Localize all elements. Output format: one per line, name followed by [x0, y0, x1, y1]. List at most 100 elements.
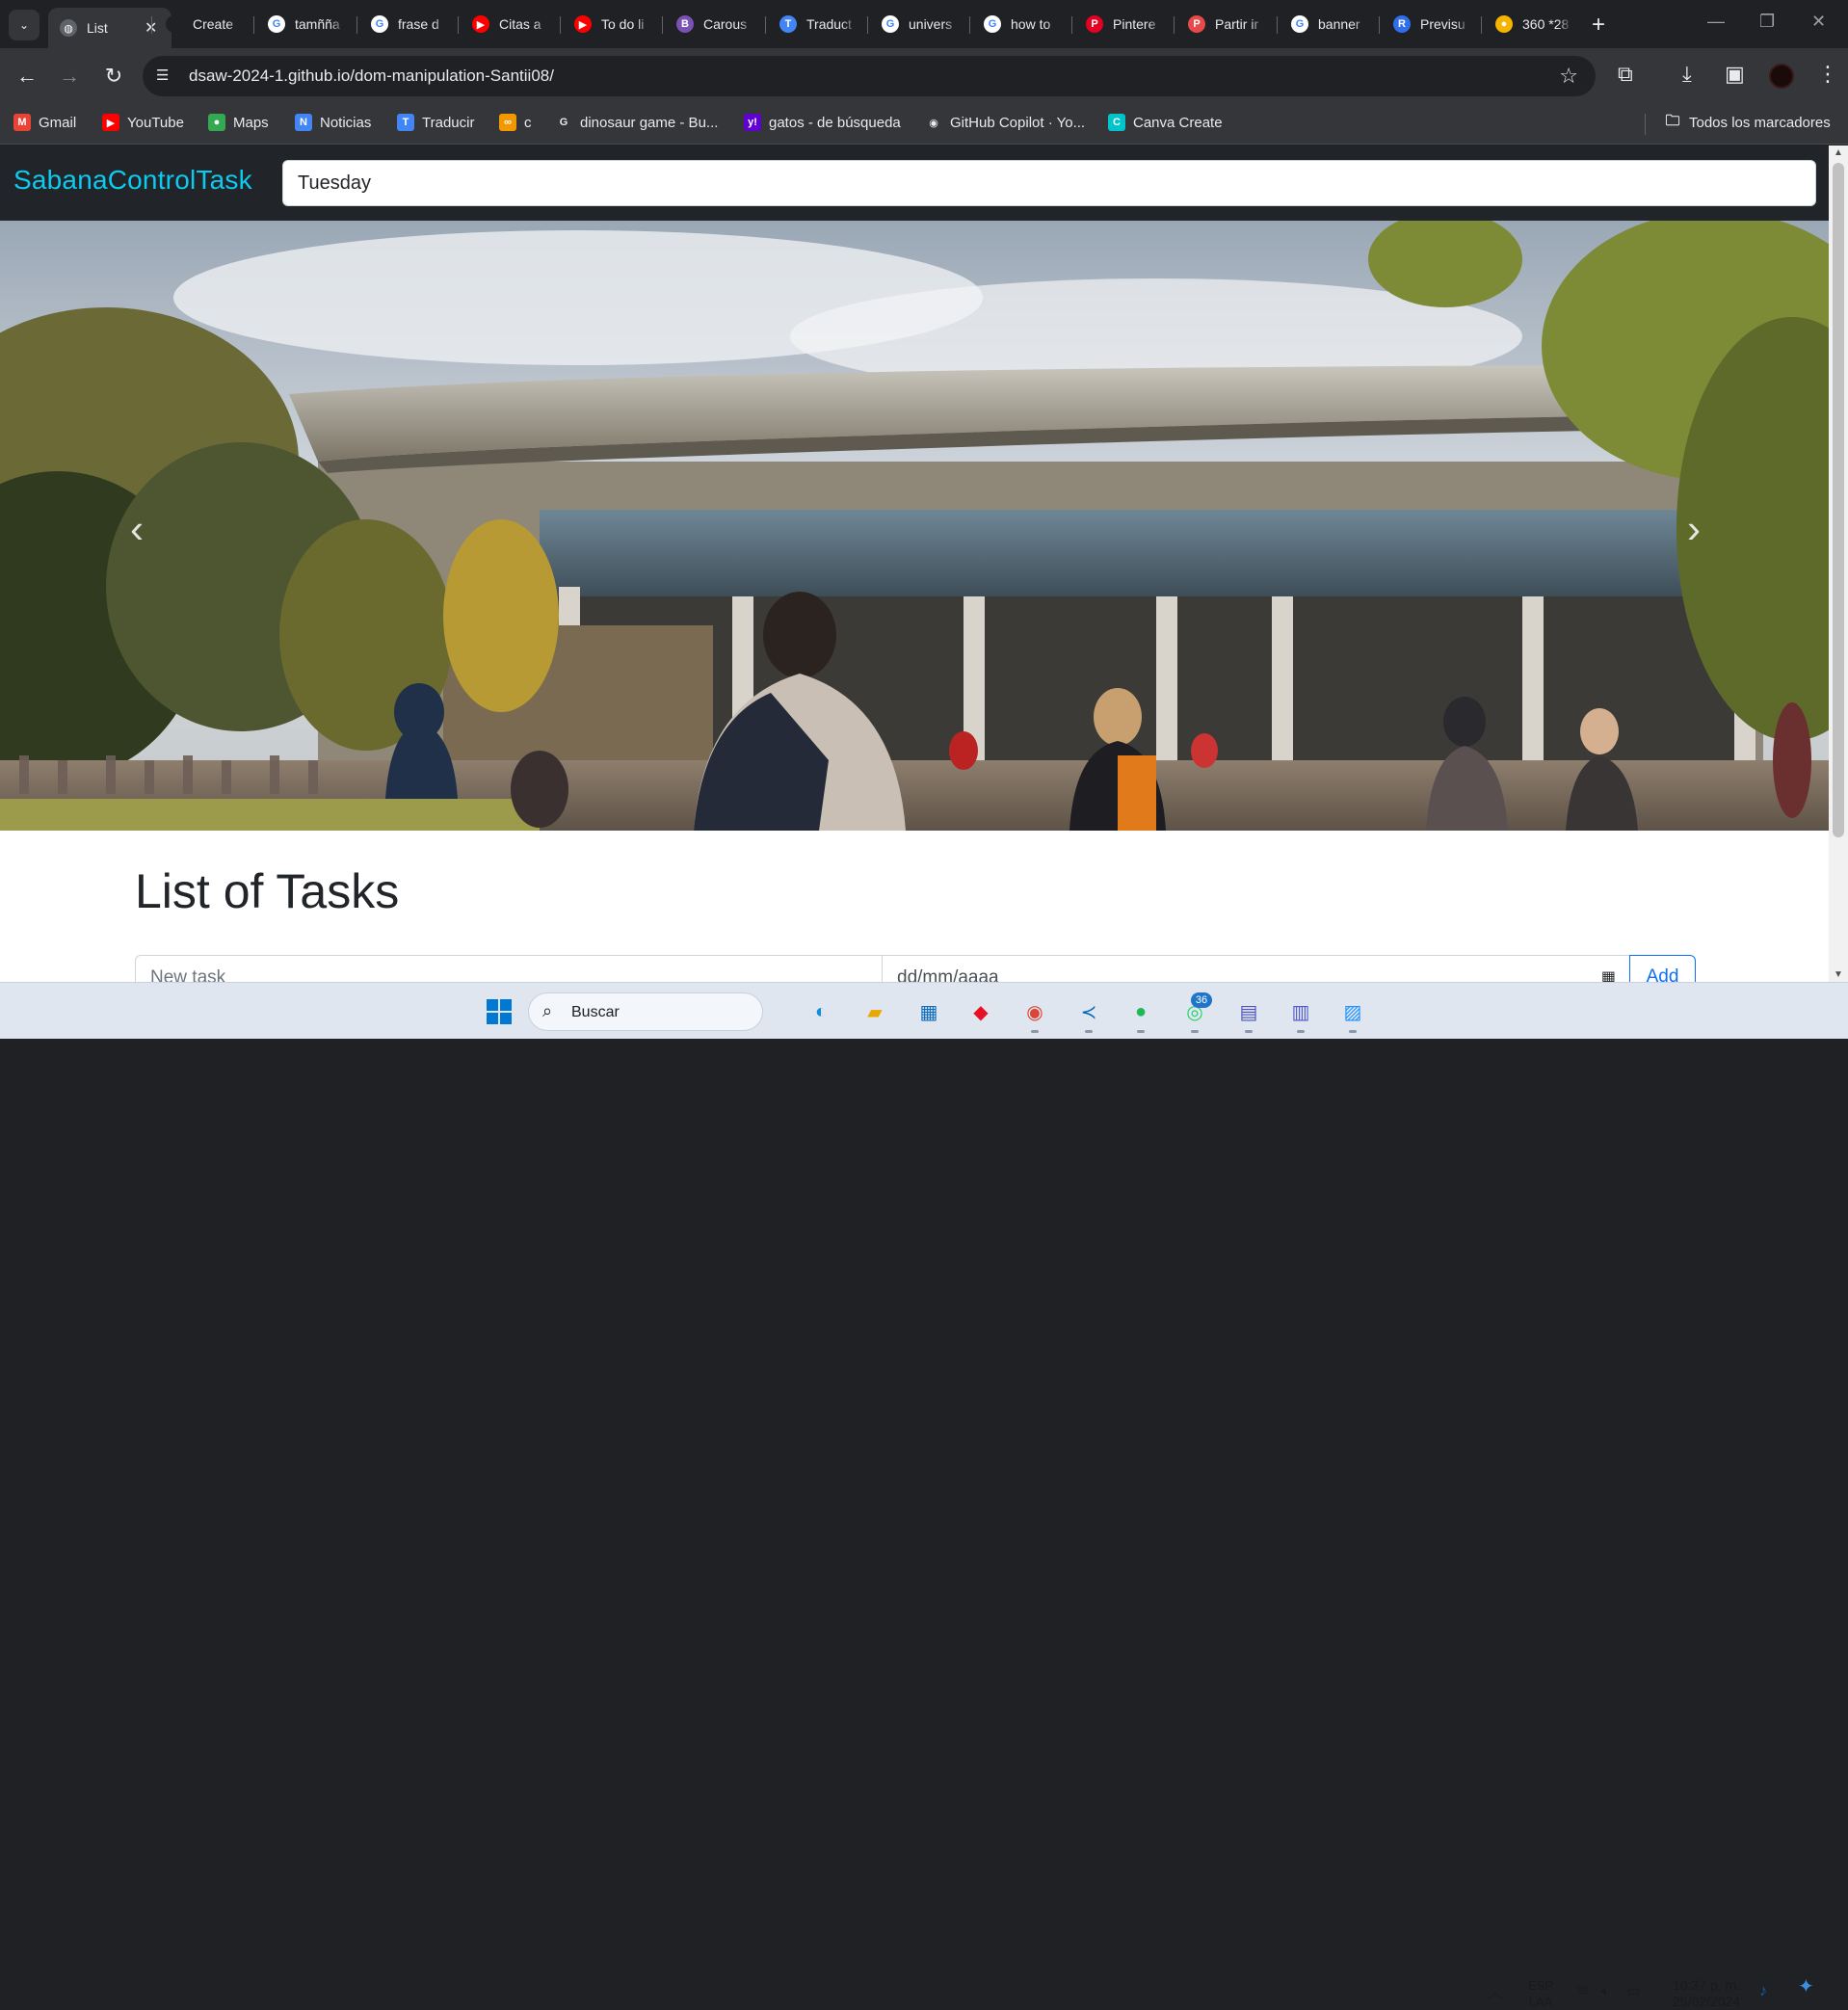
- copilot-icon[interactable]: ✦: [1798, 1977, 1814, 1997]
- menu-icon[interactable]: ⋮: [1817, 62, 1838, 87]
- new-task-input[interactable]: New task: [135, 955, 883, 982]
- address-bar[interactable]: ☰ dsaw-2024-1.github.io/dom-manipulation…: [143, 56, 1596, 96]
- task-date-input[interactable]: dd/mm/aaaa ▦: [882, 955, 1630, 982]
- show-hidden-icons-chevron-icon[interactable]: ︿: [1488, 1985, 1503, 2001]
- tab-favicon-icon: G: [984, 15, 1001, 33]
- bookmark-item[interactable]: ▶ YouTube: [102, 114, 184, 131]
- chrome-icon[interactable]: ◉: [1019, 996, 1050, 1033]
- tab-separator: [458, 16, 459, 34]
- tab-favicon-icon: G: [268, 15, 285, 33]
- language-indicator[interactable]: ESP LAA: [1528, 1977, 1553, 2010]
- browser-tab[interactable]: B Carous: [665, 8, 761, 40]
- vscode-icon[interactable]: ≺: [1073, 996, 1104, 1033]
- tab-favicon-icon: ▶: [574, 15, 592, 33]
- scroll-up-arrow-icon[interactable]: ▲: [1834, 147, 1843, 158]
- new-tab-button[interactable]: +: [1592, 12, 1605, 39]
- bookmark-item[interactable]: ● Maps: [208, 114, 269, 131]
- tab-separator: [1379, 16, 1380, 34]
- bookmark-item[interactable]: Gdinosaur game - Bu...: [555, 114, 719, 131]
- spotify-icon[interactable]: ●: [1125, 996, 1156, 1033]
- browser-tab[interactable]: P Partir ir: [1176, 8, 1273, 40]
- battery-icon[interactable]: ▭: [1626, 1983, 1640, 1999]
- tab-search-button[interactable]: ⌄: [9, 10, 40, 40]
- tab-favicon-icon: R: [1393, 15, 1411, 33]
- forward-icon[interactable]: →: [56, 64, 83, 89]
- app-navbar: SabanaControlTask Tuesday: [0, 145, 1829, 221]
- extensions-icon[interactable]: ⧉: [1618, 62, 1633, 87]
- bookmark-label: dinosaur game - Bu...: [580, 114, 719, 131]
- day-input[interactable]: Tuesday: [282, 160, 1816, 206]
- taskbar-search[interactable]: ⌕ Buscar: [528, 992, 763, 1031]
- back-icon[interactable]: ←: [13, 64, 40, 89]
- volume-icon[interactable]: 🔈︎: [1601, 1983, 1610, 1999]
- browser-tab[interactable]: Ghow to: [972, 8, 1069, 40]
- browser-tab[interactable]: Create: [154, 8, 251, 40]
- bookmark-label: YouTube: [127, 114, 184, 131]
- browser-tab[interactable]: P Pintere: [1074, 8, 1171, 40]
- bookmark-item[interactable]: T Traducir: [397, 114, 474, 131]
- tab-favicon-icon: T: [779, 15, 797, 33]
- tab-title: frase d: [398, 16, 439, 32]
- carousel-prev-button[interactable]: ‹: [108, 500, 166, 558]
- bookmark-item[interactable]: N Noticias: [295, 114, 371, 131]
- browser-tab[interactable]: T Traduct: [768, 8, 864, 40]
- page-scrollbar[interactable]: ▲ ▼: [1829, 145, 1848, 982]
- anydesk-icon[interactable]: ◆: [965, 996, 996, 1027]
- minimize-icon[interactable]: —: [1707, 12, 1725, 32]
- bookmark-item[interactable]: C Canva Create: [1108, 114, 1223, 131]
- restore-icon[interactable]: ❐: [1759, 12, 1775, 32]
- browser-tab[interactable]: ▶ Citas a: [461, 8, 557, 40]
- clock[interactable]: 10:37 p. m. 25/02/2024: [1673, 1977, 1740, 2010]
- scrollbar-thumb[interactable]: [1833, 163, 1844, 837]
- all-bookmarks-folder[interactable]: 🗀 Todos los marcadores: [1664, 113, 1831, 131]
- calendar-icon[interactable]: ▦: [1601, 967, 1616, 982]
- browser-tab[interactable]: R Previsu: [1382, 8, 1478, 40]
- bookmark-label: Traducir: [422, 114, 475, 131]
- date-placeholder: dd/mm/aaaa: [897, 967, 999, 982]
- bookmark-favicon-icon: ∞: [499, 114, 516, 131]
- browser-tab[interactable]: Gbanner: [1280, 8, 1376, 40]
- windows-taskbar: ⌕ Buscar ◐ ▰ ▦ ◆ ◉ ≺ ● ◎ ▤ ▥ ▨ ︿ ESP LAA…: [0, 982, 1848, 2009]
- bookmark-item[interactable]: M Gmail: [13, 114, 76, 131]
- reload-icon[interactable]: ↻: [100, 64, 127, 89]
- wifi-icon[interactable]: ≋: [1576, 1983, 1589, 1999]
- whatsapp-unread-badge: 36: [1191, 992, 1212, 1008]
- teams-icon[interactable]: ▥: [1285, 996, 1316, 1033]
- file-explorer-icon[interactable]: ▰: [859, 996, 890, 1027]
- start-button[interactable]: [484, 996, 515, 1027]
- bookmark-label: Canva Create: [1133, 114, 1223, 131]
- bookmark-favicon-icon: ●: [208, 114, 225, 131]
- close-window-icon[interactable]: ✕: [1811, 12, 1826, 32]
- all-bookmarks-label: Todos los marcadores: [1689, 114, 1831, 131]
- teams-classroom-icon[interactable]: ▤: [1233, 996, 1264, 1033]
- side-panel-icon[interactable]: ▣: [1725, 62, 1745, 87]
- download-icon[interactable]: ⤓: [1682, 62, 1692, 87]
- bookmark-star-icon[interactable]: ☆: [1559, 64, 1578, 89]
- browser-tab[interactable]: Gunivers: [870, 8, 966, 40]
- edge-icon[interactable]: ◐: [805, 996, 836, 1027]
- profile-avatar[interactable]: [1769, 64, 1794, 89]
- bookmark-item[interactable]: ◉ GitHub Copilot · Yo...: [925, 114, 1085, 131]
- store-icon[interactable]: ▦: [913, 996, 944, 1027]
- site-info-icon[interactable]: ☰: [156, 66, 169, 84]
- bookmark-item[interactable]: y! gatos - de búsqueda: [744, 114, 901, 131]
- tab-separator: [253, 16, 254, 34]
- bookmark-item[interactable]: ∞ c: [499, 114, 532, 131]
- scroll-down-arrow-icon[interactable]: ▼: [1834, 969, 1843, 980]
- tab-favicon-icon: B: [676, 15, 694, 33]
- image-carousel: ‹ ›: [0, 221, 1829, 831]
- bookmark-label: Maps: [233, 114, 269, 131]
- url-text[interactable]: dsaw-2024-1.github.io/dom-manipulation-S…: [189, 66, 554, 86]
- browser-tab[interactable]: ▶ To do li: [563, 8, 659, 40]
- brand-logo[interactable]: SabanaControlTask: [13, 165, 252, 196]
- tab-title: Traduct: [806, 16, 852, 32]
- add-task-button[interactable]: Add: [1629, 955, 1696, 982]
- browser-tab[interactable]: Gtamñña: [256, 8, 353, 40]
- notifications-bell-icon[interactable]: ♪: [1759, 1983, 1767, 1999]
- browser-tab[interactable]: ● 360 *28: [1484, 8, 1580, 40]
- bookmarks-divider: [1645, 114, 1646, 135]
- browser-tab[interactable]: Gfrase d: [359, 8, 456, 40]
- browser-tab[interactable]: ◍List✕: [48, 8, 172, 48]
- photos-icon[interactable]: ▨: [1337, 996, 1368, 1033]
- carousel-next-button[interactable]: ›: [1665, 500, 1723, 558]
